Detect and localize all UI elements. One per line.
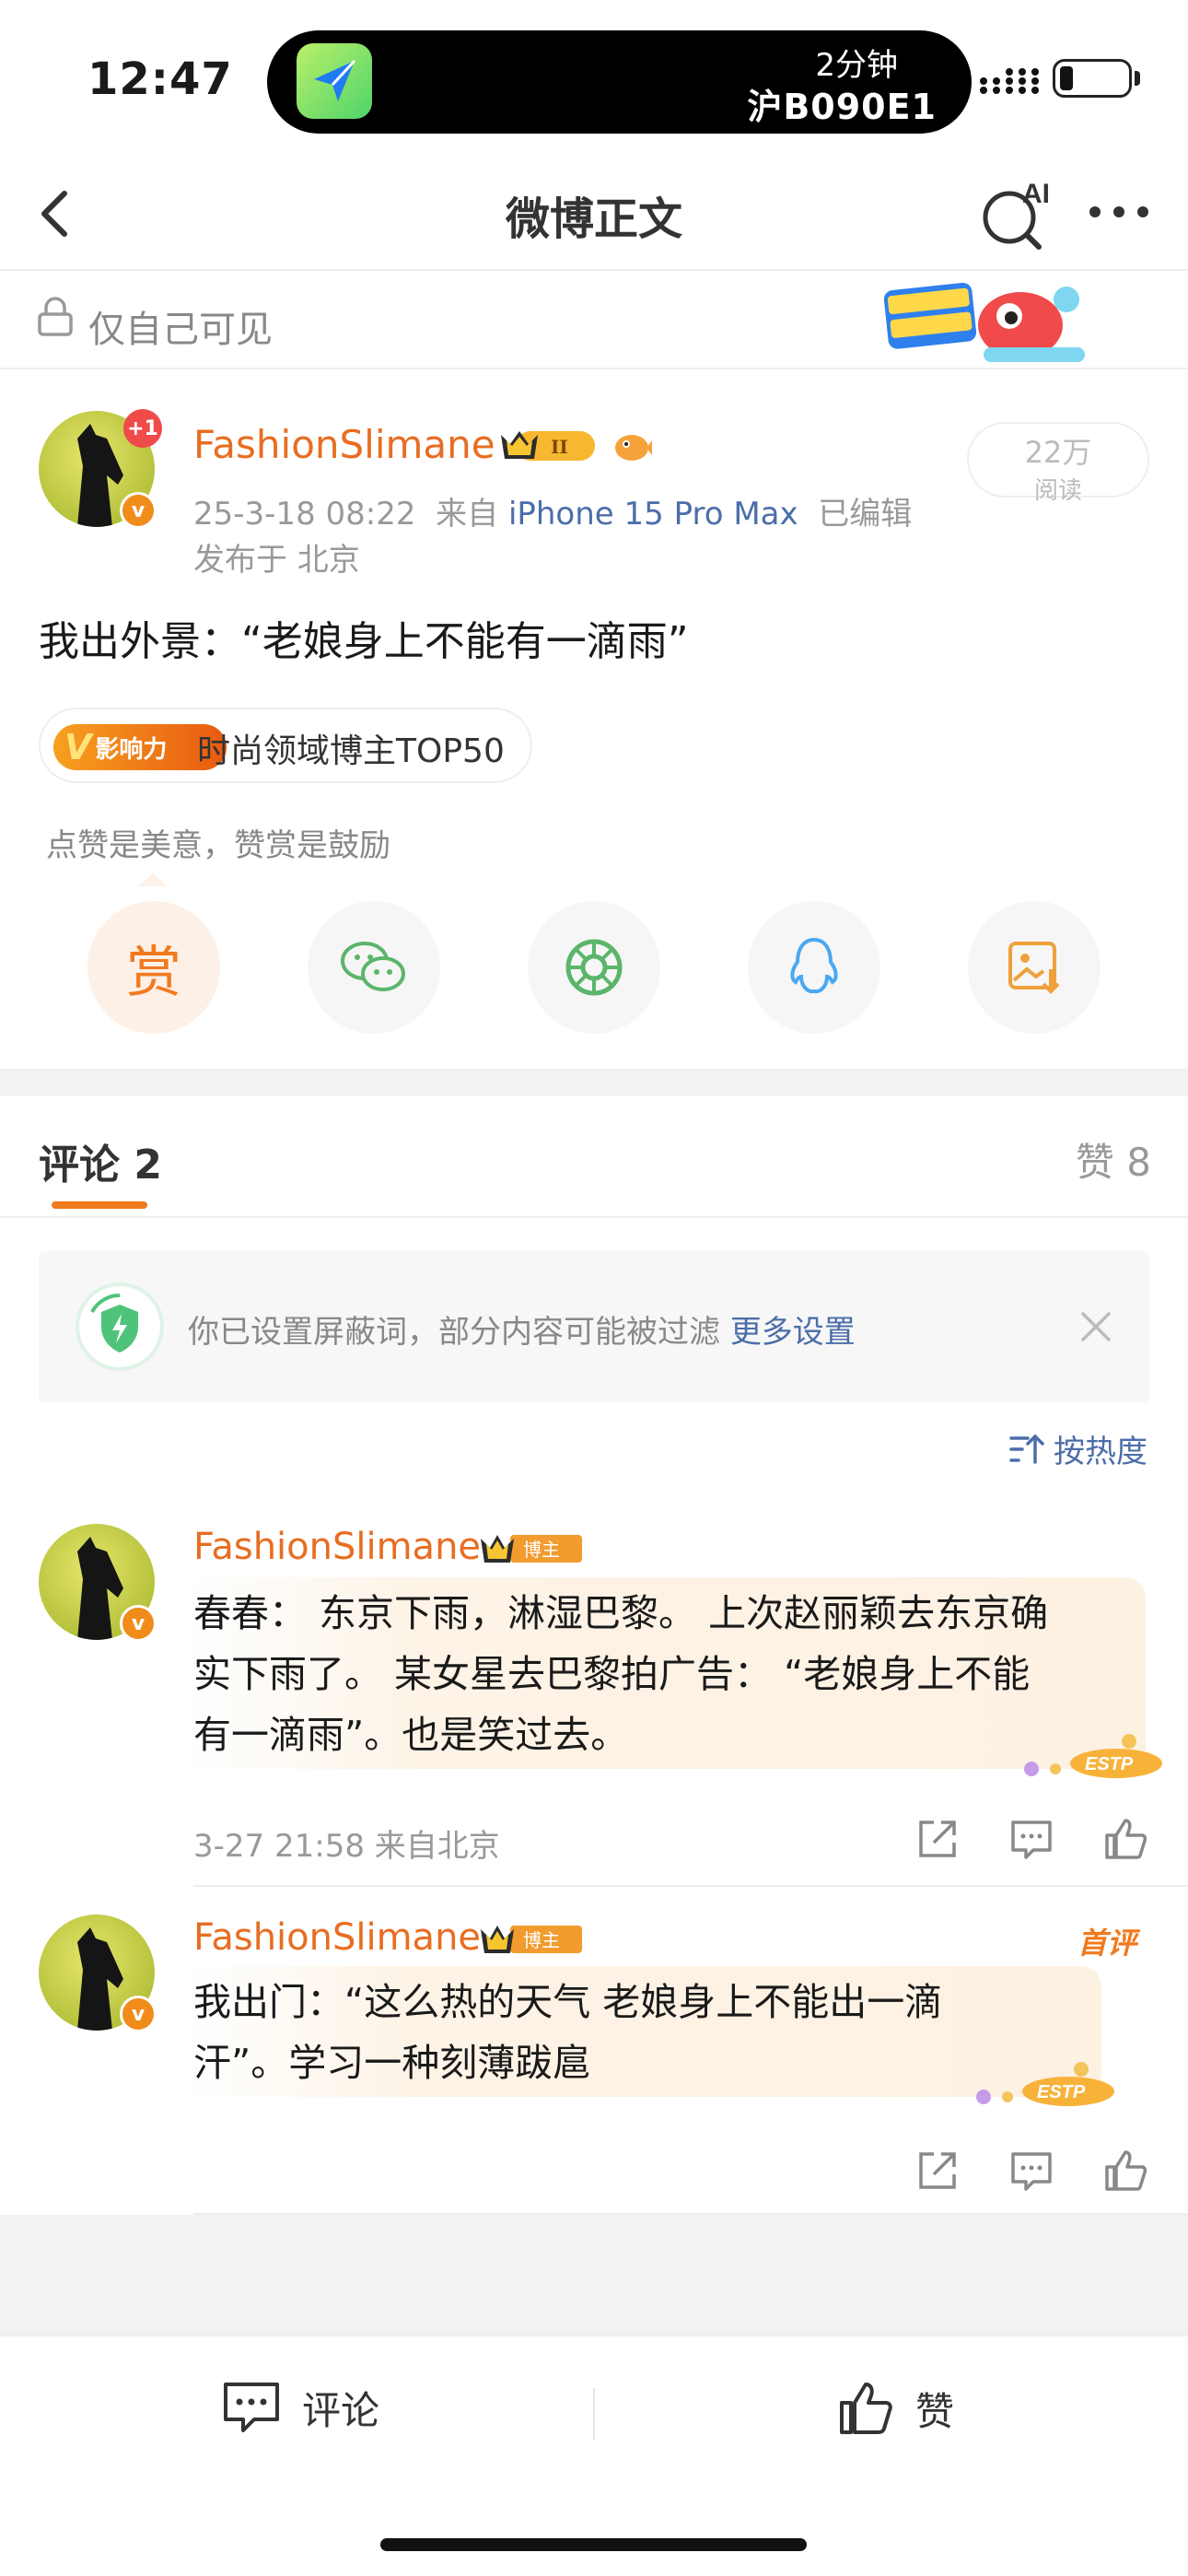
post-username[interactable]: FashionSlimane — [193, 422, 495, 467]
bottom-like-label: 赞 — [915, 2388, 955, 2434]
like-icon — [840, 2383, 892, 2434]
dynamic-island[interactable]: 2分钟 沪B090E1 — [267, 30, 972, 134]
holiday-mascot-banner-icon[interactable] — [873, 272, 1112, 369]
sort-by-hot-button[interactable]: 按热度 — [1007, 1426, 1147, 1471]
comment-line: 春春： 东京下雨，淋湿巴黎。 上次赵丽颖去东京确 — [193, 1591, 1049, 1635]
author-badge-icon: 博主 — [479, 1920, 584, 1957]
first-comment-tag: 首评 — [1077, 1926, 1137, 1961]
home-indicator[interactable] — [380, 2538, 807, 2551]
reply-comment-icon[interactable] — [1007, 1815, 1055, 1863]
read-count: 22万 — [1024, 435, 1092, 470]
list-end-area — [0, 2215, 1188, 2335]
comment-like-tabs: 评论 2 赞 8 — [0, 1096, 1188, 1218]
verified-badge-icon: v — [120, 1605, 157, 1642]
estp-personality-icon: ESTP — [1019, 1728, 1166, 1784]
svg-text:AI: AI — [1022, 179, 1050, 209]
save-image-icon — [1008, 942, 1060, 994]
post-meta: 25-3-18 08:22 来自 iPhone 15 Pro Max 已编辑 — [193, 488, 912, 533]
battery-icon — [1053, 59, 1132, 98]
read-label: 阅读 — [1033, 477, 1082, 505]
fish-emoji-icon — [611, 426, 652, 466]
share-moments-button[interactable] — [528, 901, 660, 1034]
visibility-label: 仅自己可见 — [88, 309, 273, 351]
reward-label: 赏 — [126, 940, 181, 1005]
sort-icon — [1009, 1434, 1044, 1464]
post-device-link[interactable]: iPhone 15 Pro Max — [508, 496, 798, 533]
svg-text:II: II — [551, 436, 568, 458]
wechat-icon — [341, 942, 405, 991]
filter-message: 你已设置屏蔽词，部分内容可能被过滤 — [188, 1314, 720, 1351]
influence-rank-text: 时尚领域博主TOP50 — [197, 732, 505, 770]
share-icon[interactable] — [914, 1815, 961, 1863]
read-count-box: 22万 阅读 — [967, 422, 1149, 505]
comment-username[interactable]: FashionSlimane — [193, 1916, 481, 1959]
share-qq-button[interactable] — [748, 901, 880, 1034]
share-icon[interactable] — [914, 2147, 961, 2195]
shield-icon — [72, 1279, 168, 1375]
save-image-button[interactable] — [968, 901, 1101, 1034]
svg-text:ESTP: ESTP — [1037, 2082, 1086, 2102]
comment-line: 汗”。学习一种刻薄跋扈 — [193, 2041, 591, 2085]
bottom-like-button[interactable]: 赞 — [836, 2379, 954, 2438]
nav-bar: 微博正文 AI — [0, 157, 1188, 271]
tab-comments[interactable]: 评论 2 — [39, 1131, 162, 1190]
filter-text: 你已设置屏蔽词，部分内容可能被过滤 更多设置 — [188, 1306, 856, 1352]
influence-badge-label: 影响力 — [95, 735, 168, 764]
close-icon[interactable] — [1076, 1306, 1116, 1347]
comment-icon — [224, 2383, 279, 2432]
more-settings-link[interactable]: 更多设置 — [730, 1314, 856, 1351]
qq-penguin-icon — [790, 937, 838, 993]
svg-text:ESTP: ESTP — [1085, 1754, 1134, 1774]
island-plate: 沪B090E1 — [747, 87, 937, 127]
sort-label: 按热度 — [1054, 1434, 1147, 1470]
visibility-row: 仅自己可见 — [0, 272, 1188, 369]
comment-username[interactable]: FashionSlimane — [193, 1526, 481, 1568]
comment-line: 有一滴雨”。也是笑过去。 — [193, 1713, 629, 1757]
comment-divider — [193, 1885, 1188, 1887]
battery-tip — [1135, 71, 1140, 86]
bottom-comment-label: 评论 — [302, 2387, 380, 2433]
comment-line: 实下雨了。 某女星去巴黎拍广告： “老娘身上不能 — [193, 1652, 1031, 1696]
post-location: 发布于 北京 — [193, 542, 360, 579]
tip-caret — [138, 873, 168, 886]
tab-likes[interactable]: 赞 8 — [1076, 1131, 1151, 1188]
estp-personality-icon: ESTP — [971, 2056, 1118, 2112]
like-thumb-icon[interactable] — [1101, 1815, 1149, 1863]
ai-search-icon[interactable]: AI — [974, 171, 1057, 254]
like-thumb-icon[interactable] — [1101, 2147, 1149, 2195]
status-bar: 12:47 2分钟 沪B090E1 — [0, 0, 1188, 157]
svg-text:博主: 博主 — [523, 1929, 560, 1951]
status-time: 12:47 — [87, 53, 233, 105]
comment-meta: 3-27 21:58 来自北京 — [193, 1828, 500, 1865]
post-datetime: 25-3-18 08:22 — [193, 496, 416, 533]
edited-label[interactable]: 已编辑 — [818, 496, 912, 533]
lock-icon — [37, 296, 74, 342]
verified-badge-icon: v — [120, 492, 157, 529]
navigation-app-icon[interactable] — [297, 43, 372, 119]
comment-line: 我出门：“这么热的天气 老娘身上不能出一滴 — [193, 1980, 943, 2024]
plus-one-badge: +1 — [123, 409, 162, 448]
influence-v-icon: V — [64, 727, 92, 767]
share-row: 赏 — [0, 901, 1188, 1034]
author-badge-icon: 博主 — [479, 1529, 584, 1566]
share-wechat-button[interactable] — [308, 901, 440, 1034]
source-prefix: 来自 — [436, 496, 499, 533]
section-separator — [0, 1069, 1188, 1096]
post-content: 我出外景：“老娘身上不能有一滴雨” — [39, 618, 689, 665]
reward-button[interactable]: 赏 — [87, 901, 220, 1034]
cellular-signal-icon — [978, 64, 1039, 101]
bottom-comment-button[interactable]: 评论 — [221, 2379, 379, 2436]
svg-text:博主: 博主 — [523, 1539, 560, 1561]
reward-tip-text: 点赞是美意，赞赏是鼓励 — [46, 827, 390, 864]
bottom-divider — [593, 2388, 595, 2440]
influence-tag-chip[interactable]: V 影响力 时尚领域博主TOP50 — [39, 708, 532, 783]
active-tab-indicator — [52, 1201, 147, 1209]
verified-badge-icon: v — [120, 1996, 157, 2032]
wechat-moments-icon — [565, 939, 623, 996]
reply-comment-icon[interactable] — [1007, 2147, 1055, 2195]
blocked-words-notice: 你已设置屏蔽词，部分内容可能被过滤 更多设置 — [39, 1251, 1149, 1402]
more-options-icon[interactable] — [1082, 184, 1156, 240]
vip-crown-badge-icon[interactable]: II — [497, 426, 600, 466]
